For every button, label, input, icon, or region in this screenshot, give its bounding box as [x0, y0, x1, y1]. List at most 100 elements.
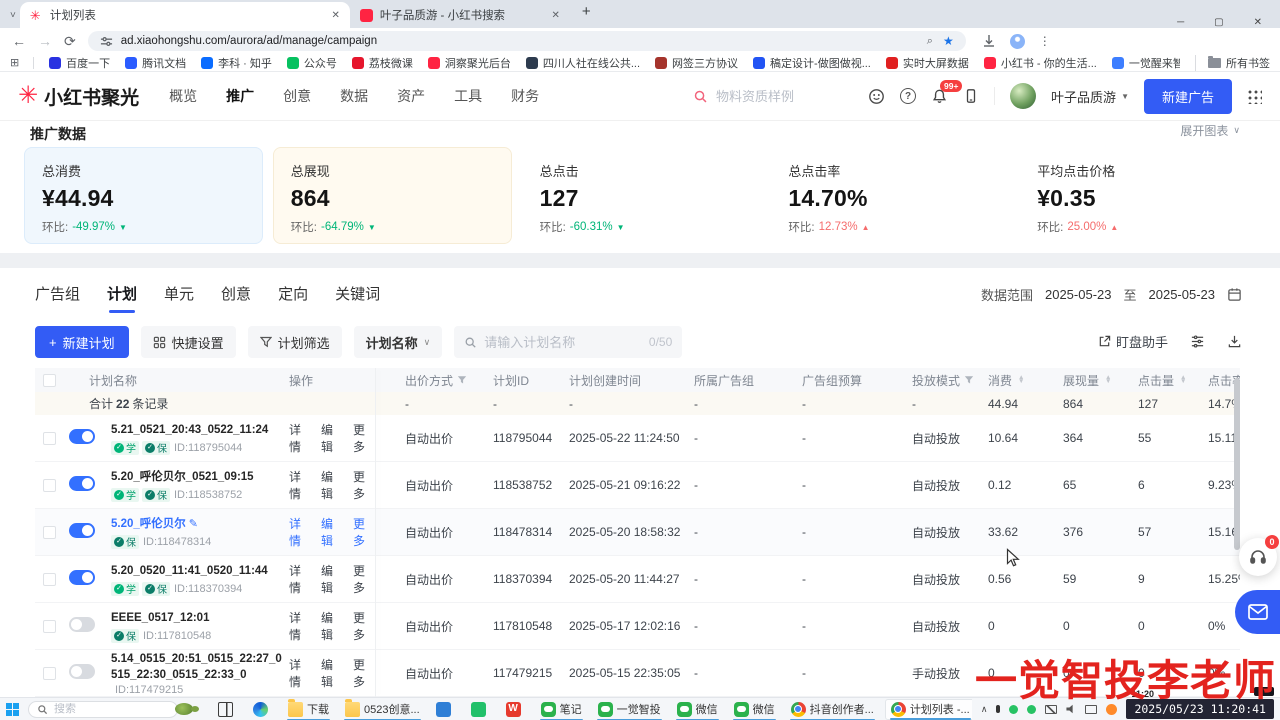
more-link[interactable]: 更多: [353, 656, 375, 690]
bookmark-item[interactable]: 公众号: [287, 55, 337, 71]
more-link[interactable]: 更多: [353, 468, 375, 502]
filter-funnel-icon[interactable]: [457, 375, 467, 385]
nav-item[interactable]: 推广: [226, 86, 254, 106]
new-tab-button[interactable]: +: [582, 3, 591, 20]
detail-link[interactable]: 详情: [289, 421, 311, 455]
taskbar-app[interactable]: [431, 699, 460, 720]
row-checkbox[interactable]: [43, 573, 56, 586]
edit-link[interactable]: 编辑: [321, 468, 343, 502]
header-search-input[interactable]: [716, 89, 826, 104]
bookmark-item[interactable]: 网签三方协议: [655, 55, 738, 71]
taskbar-search[interactable]: [28, 701, 178, 718]
taskbar-app[interactable]: 微信: [672, 699, 723, 720]
detail-link[interactable]: 详情: [289, 656, 311, 690]
sort-icon[interactable]: ▲▼: [1180, 376, 1186, 385]
window-minimize-button[interactable]: ─: [1177, 17, 1184, 28]
column-settings-icon[interactable]: [1190, 334, 1205, 349]
export-download-icon[interactable]: [1227, 334, 1242, 349]
more-link[interactable]: 更多: [353, 562, 375, 596]
taskbar-app[interactable]: 抖音创作者...: [786, 699, 879, 720]
new-ad-button[interactable]: 新建广告: [1144, 79, 1232, 114]
bookmark-item[interactable]: 稿定设计-做图做视...: [753, 55, 871, 71]
new-plan-button[interactable]: + 新建计划: [35, 326, 129, 358]
calendar-icon[interactable]: [1227, 287, 1242, 302]
plan-name[interactable]: 5.20_呼伦贝尔_0521_09:15: [111, 471, 254, 483]
filter-funnel-icon[interactable]: [964, 375, 974, 385]
detail-link[interactable]: 详情: [289, 562, 311, 596]
col-clicks[interactable]: 点击量▲▼: [1138, 372, 1208, 389]
nav-item[interactable]: 资产: [397, 86, 425, 106]
taskbar-search-input[interactable]: [54, 703, 124, 715]
monitor-helper-button[interactable]: 盯盘助手: [1098, 332, 1168, 351]
row-checkbox[interactable]: [43, 667, 56, 680]
bookmark-item[interactable]: 四川人社在线公共...: [526, 55, 640, 71]
edit-link[interactable]: 编辑: [321, 656, 343, 690]
sort-icon[interactable]: ▲▼: [1105, 376, 1111, 385]
bookmark-item[interactable]: 腾讯文档: [125, 55, 186, 71]
select-all-checkbox[interactable]: [43, 374, 56, 387]
row-checkbox[interactable]: [43, 526, 56, 539]
col-cost[interactable]: 消费▲▼: [988, 372, 1063, 389]
plan-filter-button[interactable]: 计划筛选: [248, 326, 342, 358]
taskbar-app[interactable]: 下载: [283, 699, 334, 720]
mobile-preview-icon[interactable]: [963, 88, 979, 104]
app-logo[interactable]: ✳ 小红书聚光: [18, 83, 139, 110]
row-checkbox[interactable]: [43, 479, 56, 492]
edit-pencil-icon[interactable]: ✎: [189, 518, 198, 530]
entity-tab[interactable]: 计划: [107, 283, 137, 304]
header-search[interactable]: [693, 89, 853, 104]
taskbar-app[interactable]: [466, 699, 495, 720]
tab-search-chevron-icon[interactable]: ˅: [10, 10, 16, 21]
status-toggle[interactable]: [69, 617, 95, 632]
detail-link[interactable]: 详情: [289, 468, 311, 502]
taskbar-app[interactable]: 微信: [729, 699, 780, 720]
date-end-input[interactable]: 2025-05-23: [1149, 287, 1216, 302]
status-toggle[interactable]: [69, 476, 95, 491]
taskbar-app[interactable]: [501, 699, 530, 720]
reload-button[interactable]: ⟳: [64, 34, 76, 48]
vertical-scrollbar[interactable]: [1234, 378, 1240, 550]
bookmark-item[interactable]: 一觉醒来智慧运营v...: [1112, 55, 1180, 71]
edit-link[interactable]: 编辑: [321, 562, 343, 596]
feedback-mail-button[interactable]: [1235, 590, 1280, 634]
feedback-smiley-icon[interactable]: [868, 88, 885, 105]
plan-search[interactable]: 0/50: [454, 326, 682, 358]
plan-name[interactable]: 5.20_呼伦贝尔: [111, 518, 186, 530]
more-link[interactable]: 更多: [353, 421, 375, 455]
browser-menu-dots-icon[interactable]: ⋮: [1039, 34, 1051, 48]
name-select-dropdown[interactable]: 计划名称 ∨: [354, 326, 443, 358]
col-bid-type[interactable]: 出价方式: [375, 372, 493, 389]
taskbar-app[interactable]: 0523创意...: [340, 699, 425, 720]
quick-settings-button[interactable]: 快捷设置: [141, 326, 236, 358]
notifications-bell-icon[interactable]: 99+: [931, 88, 948, 105]
download-icon[interactable]: [982, 34, 996, 48]
tab-close-icon[interactable]: ✕: [551, 10, 559, 21]
start-button[interactable]: [6, 703, 19, 716]
bookmark-item[interactable]: 洞察聚光后台: [428, 55, 511, 71]
search-tabs-icon[interactable]: ⌕: [927, 35, 933, 48]
bookmark-item[interactable]: 实时大屏数据: [886, 55, 969, 71]
expand-chart-button[interactable]: 展开图表 ∨: [1180, 122, 1240, 139]
col-impressions[interactable]: 展现量▲▼: [1063, 372, 1138, 389]
nav-item[interactable]: 工具: [454, 86, 482, 106]
sort-icon[interactable]: ▲▼: [1018, 376, 1024, 385]
more-link[interactable]: 更多: [353, 609, 375, 643]
edit-link[interactable]: 编辑: [321, 421, 343, 455]
detail-link[interactable]: 详情: [289, 515, 311, 549]
date-start-input[interactable]: 2025-05-23: [1045, 287, 1112, 302]
browser-tab-inactive[interactable]: 叶子品质游 - 小红书搜索 ✕: [350, 2, 570, 28]
entity-tab[interactable]: 单元: [164, 283, 194, 304]
status-toggle[interactable]: [69, 664, 95, 679]
plan-name[interactable]: 5.14_0515_20:51_0515_22:27_0515_22:30_05…: [111, 653, 282, 681]
site-settings-icon[interactable]: [100, 35, 113, 48]
bookmark-item[interactable]: 李科 · 知乎: [201, 55, 272, 71]
detail-link[interactable]: 详情: [289, 609, 311, 643]
entity-tab[interactable]: 定向: [278, 283, 308, 304]
status-toggle[interactable]: [69, 523, 95, 538]
entity-tab[interactable]: 创意: [221, 283, 251, 304]
window-maximize-button[interactable]: ▢: [1214, 17, 1223, 28]
status-toggle[interactable]: [69, 570, 95, 585]
nav-item[interactable]: 财务: [511, 86, 539, 106]
taskbar-app[interactable]: 笔记: [536, 699, 587, 720]
row-checkbox[interactable]: [43, 432, 56, 445]
